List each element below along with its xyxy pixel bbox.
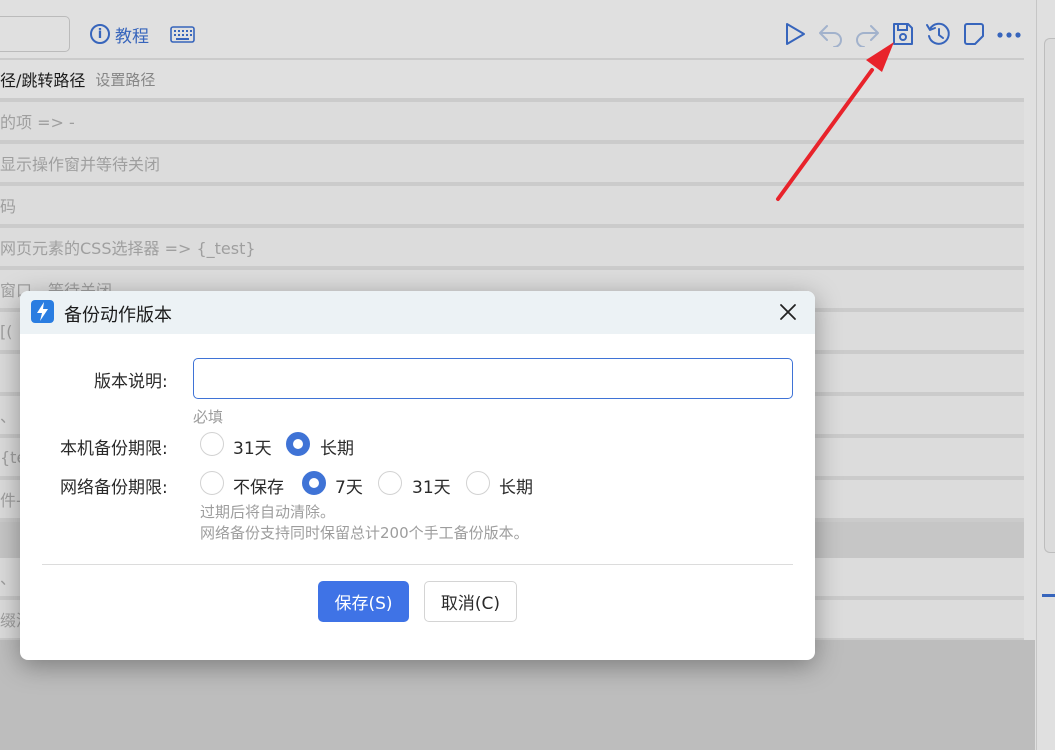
dialog-title: 备份动作版本 (64, 305, 172, 326)
dialog-divider (42, 564, 793, 565)
local-radio-31-days[interactable] (200, 432, 224, 456)
local-backup-label: 本机备份期限: (60, 439, 168, 459)
network-backup-label: 网络备份期限: (60, 478, 168, 498)
network-option-long-term[interactable]: 长期 (499, 473, 533, 498)
network-option-no-save[interactable]: 不保存 (233, 473, 284, 498)
dialog-header: 备份动作版本 (20, 291, 815, 334)
network-radio-7-days[interactable] (302, 471, 326, 495)
cancel-button[interactable]: 取消(C) (424, 581, 517, 622)
version-label: 版本说明: (94, 372, 168, 392)
save-button[interactable]: 保存(S) (318, 581, 409, 622)
version-description-input[interactable] (193, 358, 793, 399)
network-radio-31-days[interactable] (378, 471, 402, 495)
network-option-7-days[interactable]: 7天 (335, 473, 363, 498)
app-window: i 教程 径/跳转路径 设置路径 的项 => - 显示操作窗并等待关闭 码 网页… (0, 0, 1055, 750)
backup-version-dialog: 备份动作版本 版本说明: 必填 本机备份期限: 31天 长期 网络备份期限: 不… (20, 291, 815, 660)
expiry-note: 过期后将自动清除。 (200, 503, 336, 521)
network-radio-long-term[interactable] (466, 471, 490, 495)
app-logo-icon (31, 300, 54, 323)
network-backup-note: 网络备份支持同时保留总计200个手工备份版本。 (200, 524, 529, 542)
local-option-31-days[interactable]: 31天 (233, 434, 272, 459)
local-option-long-term[interactable]: 长期 (320, 434, 354, 459)
network-radio-no-save[interactable] (200, 471, 224, 495)
network-option-31-days[interactable]: 31天 (412, 473, 451, 498)
required-hint: 必填 (193, 408, 224, 426)
local-radio-long-term[interactable] (286, 432, 310, 456)
close-icon[interactable] (779, 303, 797, 321)
